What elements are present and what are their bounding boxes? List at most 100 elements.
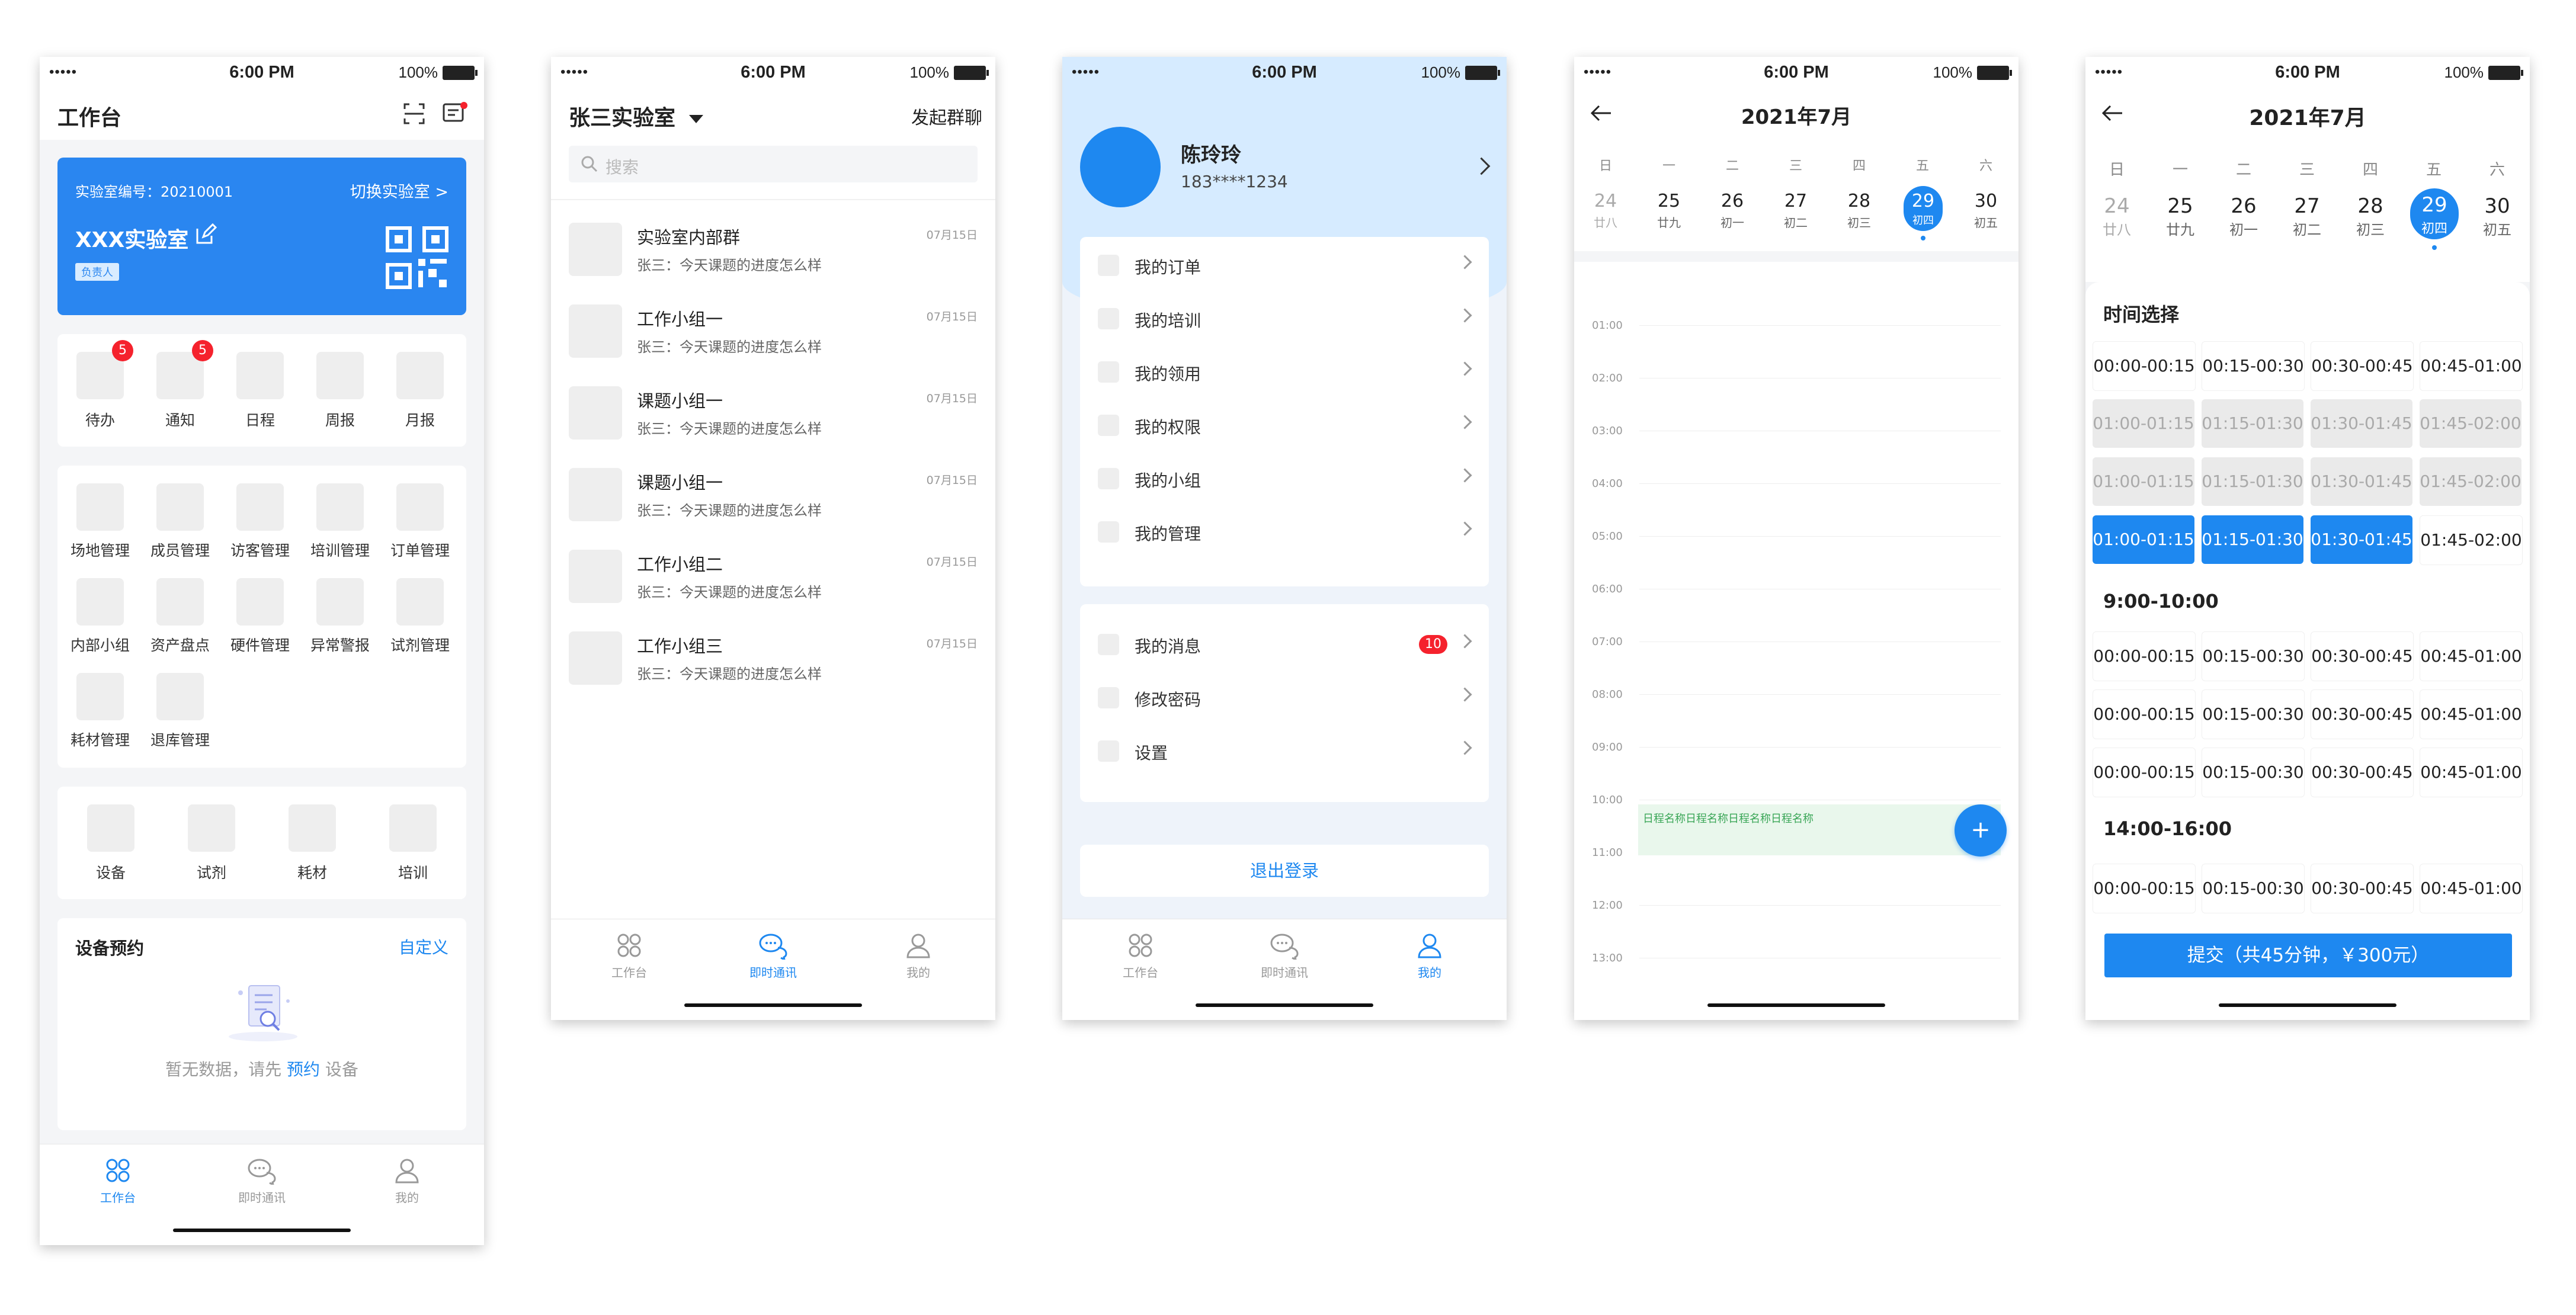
grid-icon: [617, 934, 641, 957]
menu-item-groups[interactable]: 我的小组: [1098, 450, 1472, 503]
resource-tile[interactable]: [188, 804, 235, 852]
module-tile[interactable]: [156, 483, 204, 531]
time-slot[interactable]: 00:00-00:15: [2093, 631, 2196, 681]
customize-link[interactable]: 自定义: [399, 935, 448, 958]
time-slot[interactable]: 00:00-00:15: [2093, 864, 2196, 913]
day-lunar: 初三: [1847, 216, 1871, 230]
day-29-selected[interactable]: 29 初四: [2410, 188, 2459, 239]
qrcode-icon[interactable]: [386, 226, 448, 289]
time-slot[interactable]: 00:45-01:00: [2420, 864, 2523, 913]
time-slot[interactable]: 00:45-01:00: [2420, 748, 2523, 797]
menu-item-settings[interactable]: 设置: [1098, 723, 1472, 776]
module-tile[interactable]: [316, 578, 364, 626]
hour-line: [1639, 325, 2001, 326]
menu-item-orders[interactable]: 我的订单: [1098, 237, 1472, 290]
time-slot-selected[interactable]: 01:00-01:15: [2093, 515, 2194, 564]
schedule-tile[interactable]: [236, 352, 284, 399]
tab-me[interactable]: 我的: [366, 1156, 448, 1205]
weekday-label: 二: [1725, 159, 1739, 174]
tab-chat[interactable]: 即时通讯: [1243, 931, 1326, 980]
logout-button[interactable]: 退出登录: [1080, 845, 1489, 897]
switch-lab-link[interactable]: 切换实验室 >: [350, 179, 448, 202]
time-slot-selected[interactable]: 01:15-01:30: [2202, 515, 2303, 564]
module-tile[interactable]: [76, 483, 124, 531]
time-slot[interactable]: 00:30-00:45: [2311, 631, 2414, 681]
resource-tile[interactable]: [87, 804, 134, 852]
time-slot[interactable]: 00:00-00:15: [2093, 689, 2196, 739]
hour-line: [1639, 378, 2001, 379]
time-slot-selected[interactable]: 01:30-01:45: [2311, 515, 2412, 564]
module-tile[interactable]: [316, 483, 364, 531]
modules-card: 场地管理 成员管理 访客管理 培训管理 订单管理 内部小组 资产盘点 硬件管理 …: [57, 466, 466, 768]
menu-item-requisition[interactable]: 我的领用: [1098, 344, 1472, 397]
chat-item[interactable]: 工作小组三 张三：今天课题的进度怎么样 07月15日: [569, 626, 978, 703]
time-slot[interactable]: 00:30-00:45: [2311, 341, 2414, 391]
schedule-event[interactable]: 日程名称日程名称日程名称日程名称: [1638, 804, 2001, 855]
lab-card[interactable]: 实验室编号：20210001 切换实验室 > XXX实验室 负责人: [57, 158, 466, 315]
tab-workbench[interactable]: 工作台: [1099, 931, 1182, 980]
profile-row[interactable]: 陈玲玲 183****1234: [1080, 127, 1491, 210]
time-slot[interactable]: 00:15-00:30: [2202, 631, 2305, 681]
search-input[interactable]: 搜索: [569, 146, 978, 182]
time-slot[interactable]: 00:30-00:45: [2311, 864, 2414, 913]
lab-selector[interactable]: 张三实验室: [569, 101, 703, 132]
phone-workbench: ••••• 6:00 PM 100% 工作台 实验室编号：20210001 切换…: [40, 57, 484, 1245]
edit-icon[interactable]: [194, 223, 217, 246]
scan-icon[interactable]: [402, 102, 426, 126]
time-slot-disabled: 01:30-01:45: [2311, 399, 2412, 448]
time-slot[interactable]: 01:45-02:00: [2420, 515, 2523, 565]
tab-workbench[interactable]: 工作台: [76, 1156, 159, 1205]
menu-item-training[interactable]: 我的培训: [1098, 290, 1472, 344]
module-label: 场地管理: [70, 542, 130, 559]
time-slot[interactable]: 00:15-00:30: [2202, 864, 2305, 913]
chat-item[interactable]: 工作小组一 张三：今天课题的进度怎么样 07月15日: [569, 299, 978, 376]
menu-item-messages[interactable]: 我的消息 10: [1098, 616, 1472, 669]
tab-chat[interactable]: 即时通讯: [732, 931, 815, 980]
module-tile[interactable]: [396, 483, 444, 531]
tab-bar: 工作台 即时通讯 我的: [40, 1144, 484, 1245]
notice-badge: 5: [192, 340, 213, 361]
day-29-selected[interactable]: 29 初四: [1904, 186, 1943, 231]
module-tile[interactable]: [156, 673, 204, 720]
time-slot[interactable]: 00:30-00:45: [2311, 748, 2414, 797]
module-tile[interactable]: [396, 578, 444, 626]
message-icon[interactable]: [441, 101, 467, 127]
reserve-link[interactable]: 预约: [287, 1060, 320, 1079]
time-slot[interactable]: 00:00-00:15: [2093, 341, 2196, 391]
monthly-tile[interactable]: [396, 352, 444, 399]
chat-item[interactable]: 课题小组一 张三：今天课题的进度怎么样 07月15日: [569, 462, 978, 539]
time-slot[interactable]: 00:15-00:30: [2202, 748, 2305, 797]
add-event-button[interactable]: +: [1955, 804, 2007, 857]
chat-item[interactable]: 工作小组二 张三：今天课题的进度怎么样 07月15日: [569, 544, 978, 621]
tab-workbench[interactable]: 工作台: [588, 931, 671, 980]
time-slot[interactable]: 00:45-01:00: [2420, 631, 2523, 681]
weekly-tile[interactable]: [316, 352, 364, 399]
time-slot[interactable]: 00:15-00:30: [2202, 689, 2305, 739]
chat-icon: [1270, 934, 1299, 960]
module-tile[interactable]: [156, 578, 204, 626]
resource-tile[interactable]: [389, 804, 437, 852]
time-slot[interactable]: 00:30-00:45: [2311, 689, 2414, 739]
time-slot[interactable]: 00:15-00:30: [2202, 341, 2305, 391]
menu-item-management[interactable]: 我的管理: [1098, 503, 1472, 557]
time-slot[interactable]: 00:45-01:00: [2420, 341, 2523, 391]
tab-me[interactable]: 我的: [877, 931, 960, 980]
day-lunar: 初一: [2229, 222, 2258, 238]
tab-chat[interactable]: 即时通讯: [220, 1156, 303, 1205]
submit-button[interactable]: 提交（共45分钟，￥300元）: [2104, 934, 2512, 977]
module-tile[interactable]: [76, 578, 124, 626]
chat-avatar: [569, 304, 622, 358]
resource-tile[interactable]: [289, 804, 336, 852]
time-slot[interactable]: 00:00-00:15: [2093, 748, 2196, 797]
start-group-chat-button[interactable]: 发起群聊: [911, 103, 982, 129]
tab-me[interactable]: 我的: [1388, 931, 1471, 980]
module-tile[interactable]: [76, 673, 124, 720]
chat-item[interactable]: 实验室内部群 张三：今天课题的进度怎么样 07月15日: [569, 217, 978, 294]
menu-item-change-password[interactable]: 修改密码: [1098, 669, 1472, 723]
chat-item[interactable]: 课题小组一 张三：今天课题的进度怎么样 07月15日: [569, 380, 978, 457]
module-tile[interactable]: [236, 483, 284, 531]
battery-percent: 100%: [1933, 63, 1973, 81]
time-slot[interactable]: 00:45-01:00: [2420, 689, 2523, 739]
module-tile[interactable]: [236, 578, 284, 626]
menu-item-permissions[interactable]: 我的权限: [1098, 397, 1472, 450]
